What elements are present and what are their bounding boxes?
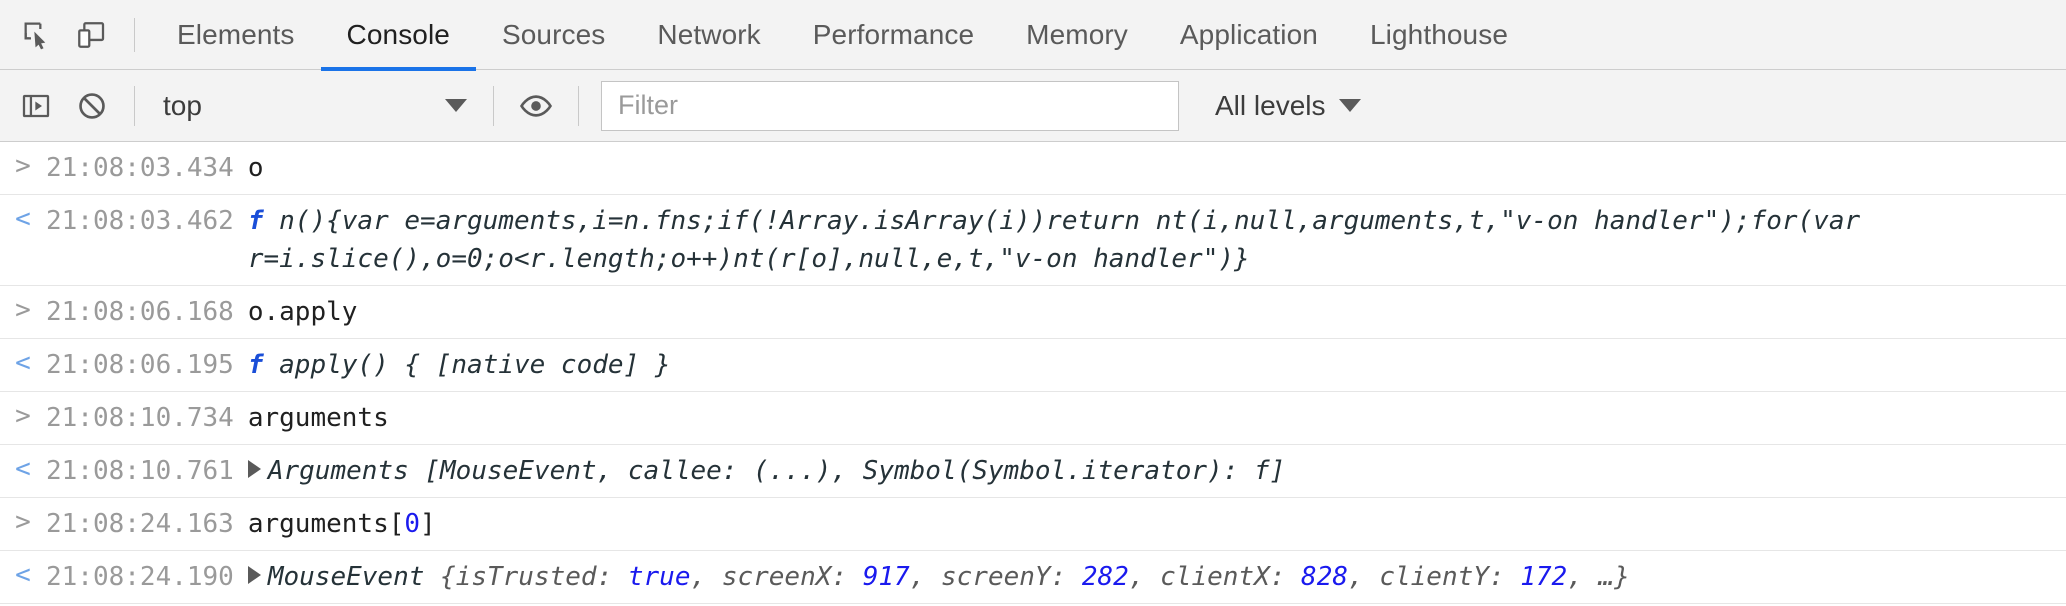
input-arrow-icon: > xyxy=(15,295,31,325)
message-text: Arguments [MouseEvent, callee: (...), Sy… xyxy=(247,452,2066,490)
message-timestamp: 21:08:10.761 xyxy=(46,456,234,486)
function-source: apply() { [native code] } xyxy=(279,350,671,380)
property-sep: , xyxy=(909,562,941,592)
clear-console-icon[interactable] xyxy=(64,78,120,134)
tab-label: Elements xyxy=(177,18,295,50)
property-value: 172 xyxy=(1520,562,1568,592)
tab-elements[interactable]: Elements xyxy=(151,0,321,70)
toolbar-divider xyxy=(134,17,135,52)
tab-performance[interactable]: Performance xyxy=(787,0,1000,70)
message-text: MouseEvent {isTrusted: true, screenX: 91… xyxy=(247,558,2066,596)
panel-tabs: Elements Console Sources Network Perform… xyxy=(151,0,1534,71)
message-timestamp: 21:08:06.195 xyxy=(46,350,234,380)
function-source: n(){var e=arguments,i=n.fns;if(!Array.is… xyxy=(247,206,1876,274)
tab-label: Lighthouse xyxy=(1369,18,1508,50)
toolbar-divider xyxy=(134,85,135,126)
console-message-result[interactable]: < 21:08:03.462 f n(){var e=arguments,i=n… xyxy=(0,195,2066,286)
console-message-result[interactable]: < 21:08:06.195 f apply() { [native code]… xyxy=(0,339,2066,392)
tab-console[interactable]: Console xyxy=(320,0,477,71)
expand-triangle-icon[interactable] xyxy=(247,566,261,584)
object-class-name: MouseEvent xyxy=(267,562,441,592)
tab-lighthouse[interactable]: Lighthouse xyxy=(1344,0,1534,70)
property-value: 917 xyxy=(862,562,910,592)
chevron-down-icon xyxy=(445,99,467,112)
console-message-input[interactable]: > 21:08:03.434 o xyxy=(0,142,2066,195)
tab-label: Performance xyxy=(812,18,975,50)
console-message-input[interactable]: > 21:08:06.168 o.apply xyxy=(0,286,2066,339)
console-message-result[interactable]: < 21:08:10.761 Arguments [MouseEvent, ca… xyxy=(0,445,2066,498)
tab-sources[interactable]: Sources xyxy=(476,0,631,70)
message-timestamp: 21:08:03.462 xyxy=(46,206,234,236)
output-arrow-icon: < xyxy=(15,560,31,590)
execution-context-select[interactable]: top xyxy=(149,78,479,134)
execution-context-label: top xyxy=(163,89,202,121)
console-message-input[interactable]: > 21:08:10.734 arguments xyxy=(0,392,2066,445)
log-levels-label: All levels xyxy=(1215,89,1326,121)
tab-label: Memory xyxy=(1026,18,1128,50)
message-text: o xyxy=(247,153,264,183)
output-arrow-icon: < xyxy=(15,454,31,484)
console-message-list[interactable]: > 21:08:03.434 o < 21:08:03.462 f n(){va… xyxy=(0,142,2066,606)
tab-label: Application xyxy=(1179,18,1318,50)
expression-suffix: ] xyxy=(420,509,436,539)
message-timestamp: 21:08:03.434 xyxy=(46,153,234,183)
log-levels-select[interactable]: All levels xyxy=(1197,78,1379,134)
expand-triangle-icon[interactable] xyxy=(247,460,261,478)
message-timestamp: 21:08:24.163 xyxy=(46,509,234,539)
message-text: arguments xyxy=(247,403,389,433)
message-timestamp: 21:08:06.168 xyxy=(46,297,234,327)
object-preview: Arguments [MouseEvent, callee: (...), Sy… xyxy=(267,456,1286,486)
output-arrow-icon: < xyxy=(15,348,31,378)
expression-index: 0 xyxy=(404,509,421,539)
input-arrow-icon: > xyxy=(15,507,31,537)
property-value: 828 xyxy=(1301,562,1349,592)
message-text: f n(){var e=arguments,i=n.fns;if(!Array.… xyxy=(248,202,2066,278)
inspect-element-icon[interactable] xyxy=(10,8,64,62)
console-message-result[interactable]: < 21:08:24.190 MouseEvent {isTrusted: tr… xyxy=(0,551,2066,604)
console-message-input[interactable]: > 21:08:24.163 arguments[0] xyxy=(0,498,2066,551)
filter-input-wrapper[interactable] xyxy=(601,80,1179,131)
property-sep: , …} xyxy=(1567,562,1630,592)
expression-prefix: arguments[ xyxy=(247,509,405,539)
console-toolbar: top All levels xyxy=(0,70,2066,142)
tab-network[interactable]: Network xyxy=(631,0,786,70)
property-name: clientY: xyxy=(1379,562,1521,592)
live-expressions-eye-icon[interactable] xyxy=(508,78,564,134)
property-sep: , xyxy=(1128,562,1161,592)
property-sep: , xyxy=(1348,562,1380,592)
input-arrow-icon: > xyxy=(15,401,31,431)
property-name: screenX: xyxy=(721,562,863,592)
tab-memory[interactable]: Memory xyxy=(1000,0,1154,70)
chevron-down-icon xyxy=(1339,99,1362,112)
devtools-tabbar: Elements Console Sources Network Perform… xyxy=(0,0,2066,71)
tab-label: Network xyxy=(657,18,761,50)
tab-application[interactable]: Application xyxy=(1154,0,1344,70)
toolbar-divider xyxy=(493,85,494,126)
function-keyword: f xyxy=(247,350,264,380)
output-arrow-icon: < xyxy=(15,204,31,234)
message-text: arguments[0] xyxy=(248,505,2066,543)
property-value: true xyxy=(627,562,691,592)
devtools-window: Elements Console Sources Network Perform… xyxy=(0,0,2066,606)
message-timestamp: 21:08:10.734 xyxy=(46,403,234,433)
toolbar-divider xyxy=(578,85,579,126)
tab-label: Sources xyxy=(501,18,606,50)
message-timestamp: 21:08:24.190 xyxy=(46,562,234,592)
message-text: f apply() { [native code] } xyxy=(248,346,2066,384)
message-text: o.apply xyxy=(247,297,358,327)
function-keyword: f xyxy=(247,206,264,236)
property-name: clientX: xyxy=(1160,562,1302,592)
console-sidebar-icon[interactable] xyxy=(8,78,64,134)
property-sep: , xyxy=(690,562,722,592)
input-arrow-icon: > xyxy=(15,151,31,181)
property-value: 282 xyxy=(1081,562,1129,592)
tab-label: Console xyxy=(346,18,450,50)
filter-input[interactable] xyxy=(616,89,1164,122)
property-name: screenY: xyxy=(940,562,1082,592)
device-toolbar-icon[interactable] xyxy=(64,8,118,62)
property-name: {isTrusted: xyxy=(440,562,628,592)
